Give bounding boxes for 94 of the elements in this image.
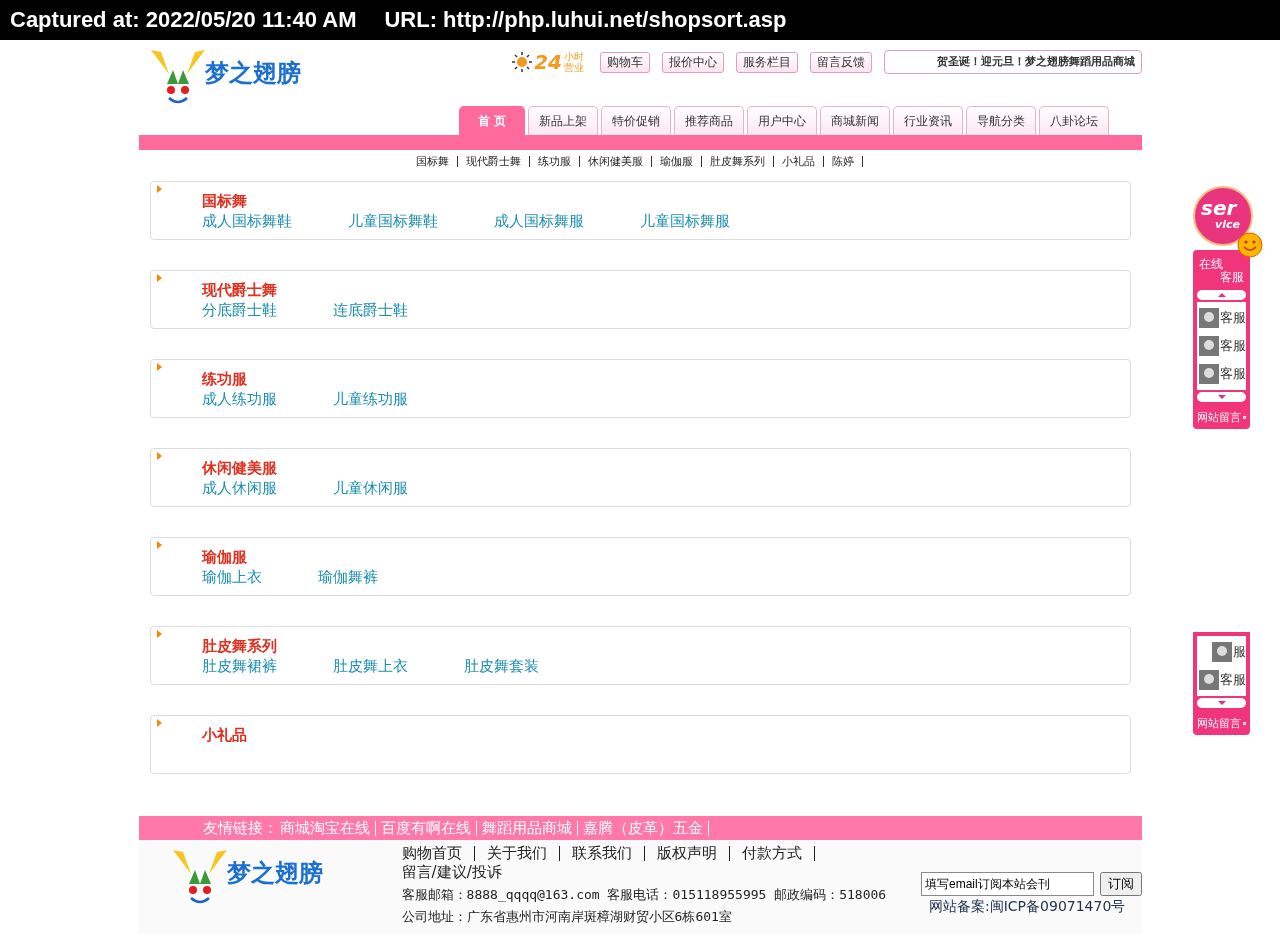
nav-tab[interactable]: 导航分类 (966, 106, 1036, 135)
subcategory-link[interactable]: 儿童国标舞服 (640, 212, 730, 231)
scroll-down-button[interactable] (1197, 392, 1246, 402)
capture-url: URL: http://php.luhui.net/shopsort.asp (384, 7, 787, 33)
subcategory-link[interactable]: 瑜伽上衣 (202, 568, 262, 587)
subcategory-link[interactable]: 连底爵士鞋 (333, 301, 408, 320)
subcategory-link[interactable]: 儿童国标舞鞋 (348, 212, 438, 231)
subcategory-link[interactable]: 儿童练功服 (333, 390, 408, 409)
scroll-up-button[interactable] (1197, 290, 1246, 300)
nav-tab[interactable]: 用户中心 (747, 106, 817, 135)
logo-text: 梦之翅膀 (227, 858, 323, 889)
bullet-icon (157, 719, 162, 727)
avatar-icon (1199, 364, 1219, 384)
subcategory-link[interactable]: 肚皮舞套装 (464, 657, 539, 676)
scroll-down-button[interactable] (1197, 698, 1246, 708)
play-icon (1243, 414, 1246, 421)
category-title[interactable]: 现代爵士舞 (202, 281, 408, 300)
capture-time: Captured at: 2022/05/20 11:40 AM (10, 7, 357, 33)
category-title[interactable]: 肚皮舞系列 (202, 637, 539, 656)
footer-link[interactable]: 联系我们 (571, 844, 632, 863)
email-input-field[interactable]: 填写email订阅本站会刊 (921, 872, 1094, 896)
announcement-banner: 贺圣诞！迎元旦！梦之翅膀舞蹈用品商城 (884, 50, 1142, 74)
panel-title: 客服 (1220, 271, 1244, 284)
top-link[interactable]: 报价中心 (662, 51, 724, 73)
avatar-icon (1199, 336, 1219, 356)
panel-title: 在线 (1199, 258, 1223, 271)
category-link[interactable]: 瑜伽服 (659, 153, 693, 169)
icp-record-text: 网站备案:闽ICP备09071470号 (928, 898, 1127, 916)
avatar-icon (1199, 308, 1219, 328)
bullet-icon (157, 630, 162, 638)
smiley-icon (1237, 232, 1263, 258)
nav-tab[interactable]: 推荐商品 (674, 106, 744, 135)
chat-agent-link[interactable]: 客服 (1220, 365, 1246, 383)
subcategory-link[interactable]: 肚皮舞上衣 (333, 657, 408, 676)
avatar-icon (1212, 642, 1232, 662)
top-link[interactable]: 服务栏目 (736, 51, 798, 73)
category-title[interactable]: 国标舞 (202, 192, 730, 211)
category-title[interactable]: 小礼品 (202, 726, 247, 745)
contact-info: 客服邮箱：8888_qqqq@163.com 客服电话：015118955995 邮政编码：518006 (400, 886, 888, 904)
category-title[interactable]: 练功服 (202, 370, 408, 389)
subcategory-link[interactable]: 成人休闲服 (202, 479, 277, 498)
chat-agent-link[interactable]: 客服 (1220, 671, 1246, 689)
nav-tab[interactable]: 商城新闻 (820, 106, 890, 135)
nav-tab[interactable]: 特价促销 (601, 106, 671, 135)
chat-agent-link[interactable]: 客服 (1220, 309, 1246, 327)
subcategory-link[interactable]: 肚皮舞裙裤 (202, 657, 277, 676)
up-arrow-icon (1217, 293, 1226, 297)
category-title[interactable]: 休闲健美服 (202, 459, 408, 478)
bullet-icon (157, 274, 162, 282)
badge-text: vice (1215, 218, 1240, 231)
sun-icon (512, 52, 533, 72)
bullet-icon (157, 363, 162, 371)
footer-link[interactable]: 留言/建议/投诉 (401, 863, 502, 882)
chat-agent-link[interactable]: 服 (1233, 643, 1246, 661)
chat-agent-link[interactable]: 客服 (1220, 337, 1246, 355)
category-link[interactable]: 小礼品 (781, 153, 815, 169)
subcategory-link[interactable]: 成人练功服 (202, 390, 277, 409)
message-link[interactable]: 网站留言 (1197, 410, 1241, 425)
down-arrow-icon (1217, 701, 1226, 705)
avatar-icon (1199, 670, 1219, 690)
nav-tab[interactable]: 八卦论坛 (1039, 106, 1109, 135)
hours-label: 小时营业 (564, 51, 585, 73)
category-link[interactable]: 现代爵士舞 (465, 153, 521, 169)
bullet-icon (157, 541, 162, 549)
category-link[interactable]: 国标舞 (415, 153, 449, 169)
top-link[interactable]: 购物车 (600, 51, 650, 73)
category-title[interactable]: 瑜伽服 (202, 548, 378, 567)
footer-link[interactable]: 付款方式 (741, 844, 802, 863)
footer-link[interactable]: 购物首页 (401, 844, 462, 863)
hours-number: 24 (534, 50, 562, 74)
nav-tab[interactable]: 新品上架 (528, 106, 598, 135)
bullet-icon (157, 185, 162, 193)
friend-links-label: 友情链接： (203, 818, 278, 838)
play-icon (1243, 720, 1246, 727)
top-link[interactable]: 留言反馈 (810, 51, 872, 73)
subcategory-link[interactable]: 成人国标舞鞋 (202, 212, 292, 231)
bullet-icon (157, 452, 162, 460)
footer-link[interactable]: 版权声明 (656, 844, 717, 863)
address-text: 公司地址：广东省惠州市河南岸斑樟湖财贸小区6栋601室 (400, 908, 733, 926)
category-link[interactable]: 练功服 (537, 153, 571, 169)
down-arrow-icon (1217, 395, 1226, 399)
subcategory-link[interactable]: 儿童休闲服 (333, 479, 408, 498)
logo-text[interactable]: 梦之翅膀 (205, 57, 301, 89)
nav-tab[interactable]: 行业资讯 (893, 106, 963, 135)
subcategory-link[interactable]: 分底爵士鞋 (202, 301, 277, 320)
message-link[interactable]: 网站留言 (1197, 716, 1241, 731)
badge-text: ser (1201, 196, 1237, 220)
subcategory-link[interactable]: 成人国标舞服 (494, 212, 584, 231)
category-link[interactable]: 陈婷 (831, 153, 854, 169)
category-link[interactable]: 肚皮舞系列 (709, 153, 765, 169)
category-link[interactable]: 休闲健美服 (587, 153, 643, 169)
subcategory-link[interactable]: 瑜伽舞裤 (318, 568, 378, 587)
subscribe-button[interactable]: 订阅 (1100, 872, 1142, 896)
footer-link[interactable]: 关于我们 (486, 844, 547, 863)
